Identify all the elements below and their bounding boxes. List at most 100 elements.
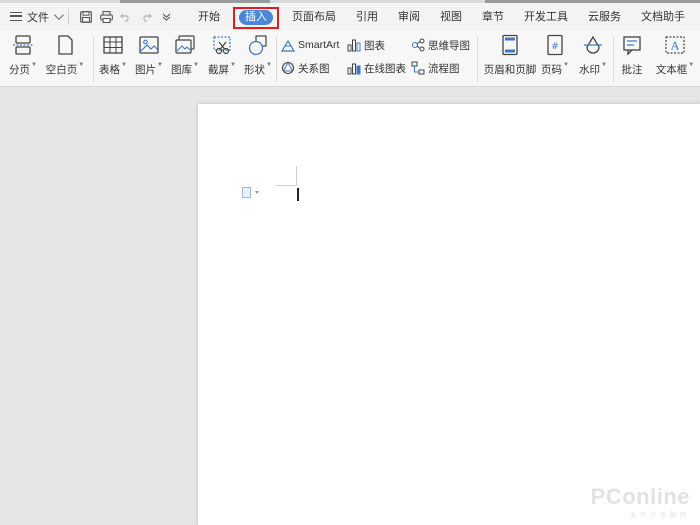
svg-text:A: A xyxy=(670,40,680,53)
blank-page-button[interactable]: 空白页▼ xyxy=(43,34,87,77)
tab-chapter[interactable]: 章节 xyxy=(472,7,514,27)
tab-page-layout[interactable]: 页面布局 xyxy=(282,7,346,27)
file-menu-label: 文件 xyxy=(27,11,49,24)
page-break-icon xyxy=(12,34,34,56)
bar-chart-icon xyxy=(347,38,361,52)
tab-home[interactable]: 开始 xyxy=(188,7,230,27)
picture-icon xyxy=(138,34,160,56)
quick-access-toolbar xyxy=(76,10,176,24)
print-icon[interactable] xyxy=(99,10,113,24)
dropdown-caret-icon[interactable]: ▼ xyxy=(31,62,37,68)
header-footer-button[interactable]: 页眉和页脚 xyxy=(483,34,537,77)
save-icon[interactable] xyxy=(79,10,93,24)
document-canvas: PConline 太平洋电脑网 xyxy=(0,88,700,525)
dropdown-caret-icon[interactable]: ▼ xyxy=(563,62,569,68)
watermark-button[interactable]: 水印▼ xyxy=(573,34,613,77)
dropdown-caret-icon[interactable]: ▼ xyxy=(121,62,127,68)
online-chart-icon xyxy=(347,61,361,75)
header-footer-icon xyxy=(499,34,521,56)
shapes-icon xyxy=(247,34,269,56)
header-footer-label: 页眉和页脚 xyxy=(483,64,537,76)
flowchart-button[interactable]: 流程图 xyxy=(411,60,460,76)
document-page[interactable] xyxy=(198,104,700,525)
mind-map-label: 思维导图 xyxy=(428,39,470,52)
tab-cloud-service[interactable]: 云服务 xyxy=(578,7,631,27)
page-number-icon: # xyxy=(544,34,566,56)
chart-label: 图表 xyxy=(364,39,385,52)
undo-icon[interactable] xyxy=(119,10,133,24)
watermark-label: 水印 xyxy=(579,64,601,76)
smartart-button[interactable]: SmartArt xyxy=(281,37,339,53)
online-chart-label: 在线图表 xyxy=(364,62,406,75)
dropdown-caret-icon[interactable]: ▼ xyxy=(230,62,236,68)
dropdown-caret-icon[interactable]: ▼ xyxy=(78,62,84,68)
picture-label: 图片 xyxy=(135,64,157,76)
relation-chart-button[interactable]: 关系图 xyxy=(281,60,330,76)
page-number-button[interactable]: # 页码▼ xyxy=(535,34,575,77)
table-button[interactable]: 表格▼ xyxy=(93,34,133,77)
watermark-logo: PConline 太平洋电脑网 xyxy=(591,484,690,519)
dropdown-caret-icon[interactable]: ▼ xyxy=(601,62,607,68)
menu-bar: 文件 开始 插入 页面布局 引用 审阅 视图 章节 开发工具 云服务 文档助手 xyxy=(0,3,700,30)
table-icon xyxy=(102,34,124,56)
comment-button[interactable]: 批注 xyxy=(612,34,652,77)
dropdown-caret-icon[interactable]: ▼ xyxy=(688,62,694,68)
smartart-icon xyxy=(281,38,295,52)
watermark-subtitle: 太平洋电脑网 xyxy=(629,513,690,519)
hamburger-icon xyxy=(10,12,22,21)
gallery-button[interactable]: 图库▼ xyxy=(165,34,205,77)
blank-page-icon xyxy=(54,34,76,56)
relation-chart-label: 关系图 xyxy=(298,62,330,75)
text-box-icon: A xyxy=(664,34,686,56)
tab-developer[interactable]: 开发工具 xyxy=(514,7,578,27)
page-break-button[interactable]: 分页▼ xyxy=(3,34,43,77)
paragraph-handle[interactable] xyxy=(242,187,259,198)
margin-marker xyxy=(276,185,296,186)
page-number-label: 页码 xyxy=(541,64,563,76)
tab-view[interactable]: 视图 xyxy=(430,7,472,27)
highlight-box: 插入 xyxy=(233,6,279,29)
dropdown-caret-icon[interactable]: ▼ xyxy=(157,62,163,68)
chart-button[interactable]: 图表 xyxy=(347,37,385,53)
ribbon-tabs: 开始 插入 页面布局 引用 审阅 视图 章节 开发工具 云服务 文档助手 xyxy=(188,6,695,29)
text-box-button[interactable]: A 文本框▼ xyxy=(653,34,697,77)
text-box-label: 文本框 xyxy=(655,64,688,76)
redo-icon[interactable] xyxy=(139,10,153,24)
shapes-label: 形状 xyxy=(244,64,266,76)
gallery-icon xyxy=(174,34,196,56)
screenshot-button[interactable]: 截屏▼ xyxy=(202,34,242,77)
watermark-brand: PConline xyxy=(590,484,690,509)
online-chart-button[interactable]: 在线图表 xyxy=(347,60,406,76)
tab-insert[interactable]: 插入 xyxy=(230,6,282,29)
smartart-label: SmartArt xyxy=(298,39,340,51)
comment-label: 批注 xyxy=(621,64,643,76)
page-icon xyxy=(242,187,251,198)
relation-chart-icon xyxy=(281,61,295,75)
blank-page-label: 空白页 xyxy=(45,64,78,76)
tab-review[interactable]: 审阅 xyxy=(388,7,430,27)
mind-map-button[interactable]: 思维导图 xyxy=(411,37,470,53)
screenshot-icon xyxy=(211,34,233,56)
flowchart-icon xyxy=(411,61,425,75)
text-cursor xyxy=(297,188,299,201)
tab-insert-label: 插入 xyxy=(239,10,273,25)
customize-dropdown-icon[interactable] xyxy=(159,10,173,24)
dropdown-caret-icon[interactable]: ▼ xyxy=(193,62,199,68)
page-break-label: 分页 xyxy=(9,64,31,76)
gallery-label: 图库 xyxy=(171,64,193,76)
divider xyxy=(477,36,478,82)
divider xyxy=(276,36,277,82)
file-menu-button[interactable]: 文件 xyxy=(10,7,64,27)
dropdown-caret-icon[interactable]: ▼ xyxy=(266,62,272,68)
screenshot-label: 截屏 xyxy=(208,64,230,76)
svg-text:#: # xyxy=(551,42,559,52)
picture-button[interactable]: 图片▼ xyxy=(129,34,169,77)
divider xyxy=(68,8,69,25)
tab-references[interactable]: 引用 xyxy=(346,7,388,27)
mind-map-icon xyxy=(411,38,425,52)
chevron-down-icon xyxy=(53,10,64,21)
tab-doc-assistant[interactable]: 文档助手 xyxy=(631,7,695,27)
flowchart-label: 流程图 xyxy=(428,62,460,75)
shapes-button[interactable]: 形状▼ xyxy=(238,34,278,77)
watermark-icon xyxy=(582,34,604,56)
